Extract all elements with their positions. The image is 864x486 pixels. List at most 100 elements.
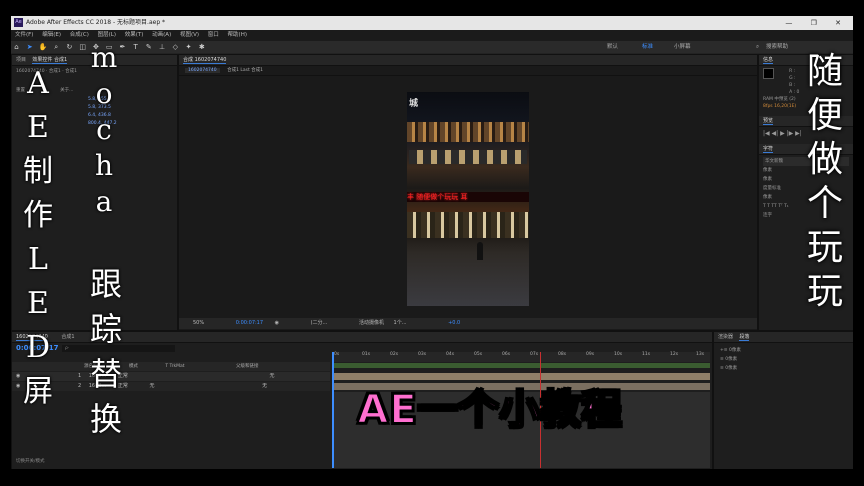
- tutorial-banner: AE一个小教程: [356, 386, 623, 434]
- current-time-display[interactable]: 0:00:07:17: [236, 320, 263, 326]
- caption-char: 踪: [89, 310, 122, 348]
- caption-char: 跟: [89, 265, 122, 303]
- menu-animation[interactable]: 动画(A): [152, 32, 171, 38]
- tab-preview[interactable]: 预览: [763, 118, 774, 125]
- roto-tool-icon[interactable]: ✦: [183, 41, 194, 53]
- color-swatch: [763, 68, 774, 79]
- layer-row-1[interactable]: ◉ 1 1602... 正常 无: [12, 372, 330, 381]
- menu-help[interactable]: 帮助(H): [228, 32, 247, 38]
- tools-toolbar: ⌂ ➤ ✋ ⌕ ↻ ◫ ✥ ▭ ✒ T ✎ ⊥ ◇ ✦ ✱ 默认 标准 小屏幕 …: [11, 41, 853, 53]
- camera-dropdown[interactable]: 活动摄像机: [359, 320, 384, 326]
- views-dropdown[interactable]: 1个...: [394, 320, 407, 326]
- workspace-default[interactable]: 默认: [607, 41, 618, 53]
- tab-composition[interactable]: 合成 1602074740: [183, 57, 227, 64]
- composition-panel: 合成 1602074740 1602074740 合成1 Last 合成1 丰 …: [178, 54, 758, 331]
- search-icon[interactable]: ⌕: [756, 41, 759, 53]
- type-tool-icon[interactable]: T: [130, 41, 141, 53]
- menu-edit[interactable]: 编辑(E): [42, 32, 61, 38]
- menu-layer[interactable]: 图层(L): [98, 32, 116, 38]
- work-area-bar[interactable]: [332, 363, 710, 368]
- breadcrumb-comp-1[interactable]: 1602074740: [185, 68, 220, 73]
- indent-left-field[interactable]: +≡ 0像素: [720, 346, 847, 355]
- layer-2-trkmat[interactable]: 无: [149, 383, 154, 389]
- storefront: [407, 212, 529, 238]
- layer-row-2[interactable]: ◉ 2 1602... 正常 无 无: [12, 382, 330, 391]
- caption-char: E: [27, 110, 49, 145]
- caption-char: 作: [23, 198, 53, 233]
- menu-composition[interactable]: 合成(C): [70, 32, 89, 38]
- col-parent: 父级和链接: [235, 364, 259, 369]
- caption-char: o: [95, 77, 113, 110]
- caption-char: 换: [89, 400, 122, 438]
- ruler-tick: 11s: [642, 352, 651, 357]
- selection-tool-icon[interactable]: ➤: [24, 41, 35, 53]
- menu-view[interactable]: 视图(V): [180, 32, 199, 38]
- tab-info[interactable]: 信息: [763, 57, 774, 64]
- caption-char: c: [96, 113, 112, 146]
- col-trkmat: T TrkMat: [165, 364, 185, 369]
- overlay-mocha-caption: m o c h a: [84, 40, 124, 220]
- clone-tool-icon[interactable]: ⊥: [157, 41, 168, 53]
- breadcrumb-comp-2[interactable]: 合成1 Last 合成1: [227, 68, 263, 73]
- led-sign: 丰 随便做个玩玩 耳: [407, 192, 529, 202]
- menu-effect[interactable]: 效果(T): [125, 32, 144, 38]
- home-icon[interactable]: ⌂: [11, 41, 22, 53]
- layer-1-number: 1: [77, 373, 82, 379]
- search-help-input[interactable]: 搜索帮助: [766, 41, 788, 53]
- ruler-tick: 01s: [362, 352, 371, 357]
- ruler-tick: 0s: [334, 352, 340, 357]
- fx-about-link[interactable]: 关于...: [60, 88, 73, 93]
- building-sign: 城: [409, 99, 419, 109]
- layer-2-parent[interactable]: 无: [262, 383, 267, 389]
- caption-char: L: [28, 242, 48, 277]
- caption-char: 玩: [806, 227, 843, 268]
- snapshot-icon[interactable]: ◉: [275, 320, 279, 326]
- space-before-field[interactable]: ≡ 0像素: [720, 364, 847, 373]
- zoom-tool-icon[interactable]: ⌕: [51, 41, 62, 53]
- info-r: R :: [789, 69, 796, 74]
- layer-1-bar[interactable]: [332, 373, 710, 380]
- workspace-small[interactable]: 小屏幕: [674, 41, 691, 53]
- person-silhouette: [477, 242, 483, 260]
- caption-char: 屏: [23, 374, 53, 409]
- caption-char: 制: [23, 154, 53, 189]
- hand-tool-icon[interactable]: ✋: [37, 41, 48, 53]
- menu-file[interactable]: 文件(F): [15, 32, 33, 38]
- ruler-tick: 03s: [418, 352, 427, 357]
- exposure-value[interactable]: +0.0: [448, 320, 460, 326]
- menu-window[interactable]: 窗口: [208, 32, 219, 38]
- ruler-tick: 12s: [670, 352, 679, 357]
- eraser-tool-icon[interactable]: ◇: [170, 41, 181, 53]
- indent-first-field[interactable]: ≡ 0像素: [720, 355, 847, 364]
- info-g: G :: [789, 76, 796, 81]
- time-ruler[interactable]: 0s 01s 02s 03s 04s 05s 06s 07s 08s 09s 1…: [332, 352, 710, 362]
- caption-char: 替: [89, 355, 122, 393]
- layer-1-parent[interactable]: 无: [269, 373, 274, 379]
- layer-2-number: 2: [77, 383, 82, 389]
- ruler-tick: 04s: [446, 352, 455, 357]
- ruler-tick: 09s: [586, 352, 595, 357]
- workspace-standard[interactable]: 标准: [642, 41, 653, 53]
- ruler-tick: 02s: [390, 352, 399, 357]
- resolution-dropdown[interactable]: (二分...: [311, 320, 328, 326]
- caption-char: A: [27, 66, 49, 101]
- overlay-track-caption: 跟 踪 替 换: [84, 262, 128, 442]
- toggle-switches[interactable]: 切换开关/模式: [16, 458, 45, 464]
- tab-character[interactable]: 字符: [763, 146, 774, 153]
- paragraph-panel: 渲染器 段落 +≡ 0像素 ≡ 0像素 ≡ 0像素: [713, 331, 853, 469]
- caption-char: 做: [806, 139, 843, 180]
- rotate-tool-icon[interactable]: ↻: [64, 41, 75, 53]
- caption-char: D: [25, 330, 51, 365]
- caption-char: a: [95, 185, 113, 218]
- caption-char: h: [94, 149, 114, 182]
- paragraph-header: 渲染器 段落: [714, 332, 853, 343]
- brush-tool-icon[interactable]: ✎: [143, 41, 154, 53]
- tab-timeline-comp1[interactable]: 合成1: [61, 334, 74, 340]
- overlay-left-caption: A E 制 作 L E D 屏: [18, 62, 58, 414]
- zoom-dropdown[interactable]: 50%: [193, 320, 204, 326]
- tab-renderer[interactable]: 渲染器: [718, 334, 733, 340]
- tab-paragraph[interactable]: 段落: [739, 334, 750, 341]
- puppet-tool-icon[interactable]: ✱: [196, 41, 207, 53]
- info-b: B :: [789, 83, 796, 88]
- window-controls[interactable]: — ❐ ✕: [785, 16, 849, 30]
